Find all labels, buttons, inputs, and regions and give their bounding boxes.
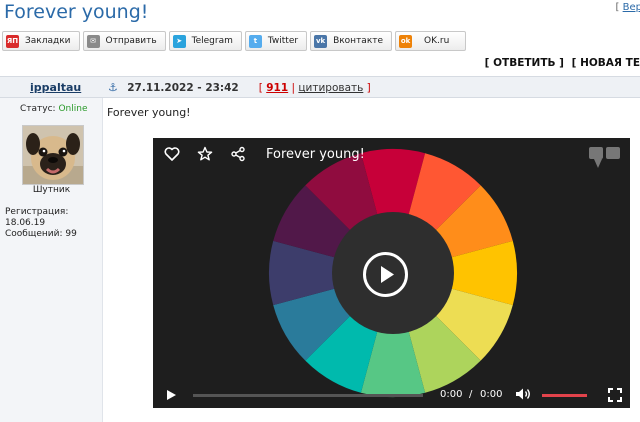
post-number-link[interactable]: 911	[266, 82, 288, 94]
page-title: Forever young!	[4, 1, 149, 23]
time-current: 0:00	[440, 389, 463, 400]
message-count: Сообщений: 99	[5, 229, 77, 239]
twitter-icon: t	[248, 34, 262, 48]
user-sidebar: Статус: Online Шутник Регистрация: 18.06…	[0, 98, 103, 422]
vk-icon: vk	[314, 34, 328, 48]
share-telegram-button[interactable]: ➤ Telegram	[168, 31, 242, 51]
play-icon[interactable]	[165, 389, 177, 401]
video-title: Forever young!	[266, 147, 365, 162]
progress-bar[interactable]	[193, 394, 423, 397]
quote-link[interactable]: цитировать	[298, 82, 363, 94]
share-send-button[interactable]: ✉ Отправить	[82, 31, 166, 51]
post-header: ippaltau ⚓ 27.11.2022 - 23:42 [ 911 | ци…	[0, 76, 640, 98]
reply-button[interactable]: [ ОТВЕТИТЬ ]	[485, 57, 564, 69]
volume-icon[interactable]	[515, 387, 531, 401]
user-status: Статус: Online	[20, 104, 88, 114]
share-buttons: ЯП Закладки ✉ Отправить ➤ Telegram t Twi…	[2, 31, 467, 51]
volume-fill	[542, 394, 587, 397]
time-separator: /	[469, 389, 473, 400]
title-bar: Forever young! [ Вер	[0, 0, 640, 30]
play-button-big[interactable]	[362, 251, 409, 298]
pug-avatar-image	[23, 126, 83, 184]
top-link[interactable]: [ Вер	[616, 2, 640, 13]
yap-logo-icon	[588, 144, 624, 177]
yap-icon: ЯП	[6, 34, 19, 48]
volume-slider[interactable]	[542, 394, 587, 397]
share-bookmarks-button[interactable]: ЯП Закладки	[2, 31, 80, 51]
author-name[interactable]: ippaltau	[30, 81, 81, 94]
status-online: Online	[58, 104, 88, 114]
star-icon[interactable]	[197, 146, 213, 162]
share-twitter-button[interactable]: t Twitter	[244, 31, 308, 51]
post-actions: [ ОТВЕТИТЬ ] [ НОВАЯ ТЕ	[481, 57, 640, 69]
user-rank: Шутник	[32, 185, 71, 195]
post-body-text: Forever young!	[107, 106, 191, 119]
ok-icon: ok	[399, 34, 413, 48]
share-icon[interactable]	[230, 146, 246, 162]
time-duration: 0:00	[480, 389, 503, 400]
fullscreen-icon[interactable]	[608, 388, 622, 402]
envelope-icon: ✉	[86, 34, 100, 48]
video-player[interactable]: Forever young! 0:00 / 0:00	[153, 138, 630, 408]
avatar[interactable]	[22, 125, 84, 185]
telegram-icon: ➤	[172, 34, 186, 48]
new-topic-button[interactable]: [ НОВАЯ ТЕ	[572, 57, 640, 69]
post-meta: ⚓ 27.11.2022 - 23:42 [ 911 | цитировать …	[108, 81, 371, 94]
top-link-text[interactable]: Вер	[623, 2, 640, 13]
share-vk-button[interactable]: vk Вконтакте	[310, 31, 393, 51]
player-controls: 0:00 / 0:00	[153, 382, 630, 408]
registration-info: Регистрация: 18.06.19 Сообщений: 99	[5, 207, 77, 239]
anchor-icon[interactable]: ⚓	[108, 81, 118, 94]
heart-icon[interactable]	[164, 147, 180, 161]
share-ok-button[interactable]: ok OK.ru	[395, 31, 467, 51]
post-date: 27.11.2022 - 23:42	[127, 82, 239, 94]
